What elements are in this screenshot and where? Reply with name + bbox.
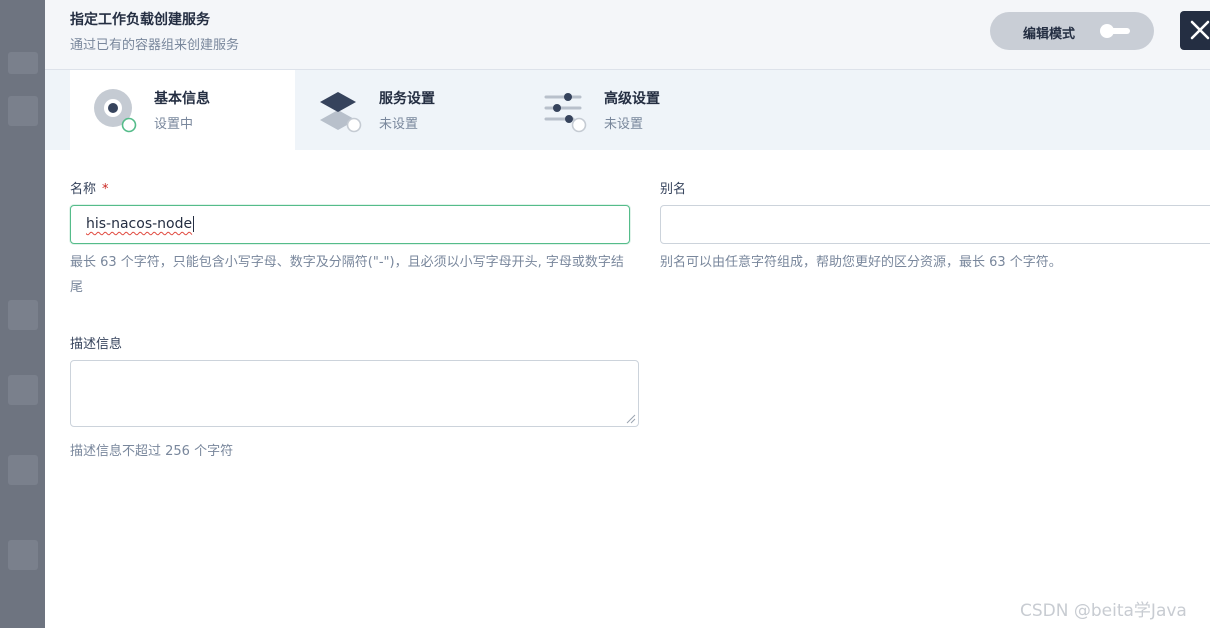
text-caret — [193, 216, 195, 232]
step-status: 设置中 — [154, 117, 194, 132]
backdrop-item — [8, 540, 38, 570]
step-tabs: 基本信息 设置中 服务设置 未设置 高级设置 未设置 — [45, 70, 1210, 150]
name-input-value: his-nacos-node — [86, 216, 193, 232]
backdrop-item — [8, 52, 38, 74]
modal-subtitle: 通过已有的容器组来创建服务 — [70, 38, 240, 53]
resize-handle-icon[interactable] — [626, 414, 636, 424]
close-icon — [1190, 20, 1210, 40]
description-field-label: 描述信息 — [70, 337, 123, 352]
step-name: 高级设置 — [604, 91, 660, 107]
toggle-knob — [1100, 24, 1114, 38]
required-mark: * — [102, 182, 109, 197]
tab-basic-info[interactable]: 基本信息 设置中 — [70, 70, 295, 150]
name-label-text: 名称 — [70, 182, 97, 197]
close-button[interactable] — [1180, 11, 1210, 50]
page-backdrop — [0, 0, 45, 628]
modal-header: 指定工作负载创建服务 通过已有的容器组来创建服务 编辑模式 — [45, 0, 1210, 70]
name-field-label: 名称 * — [70, 178, 109, 197]
tab-advanced-settings[interactable]: 高级设置 未设置 — [520, 70, 745, 150]
alias-hint: 别名可以由任意字符组成，帮助您更好的区分资源，最长 63 个字符。 — [660, 255, 1062, 270]
watermark: CSDN @beita学Java — [1020, 601, 1187, 621]
backdrop-item — [8, 96, 38, 126]
modal-title: 指定工作负载创建服务 — [70, 12, 210, 28]
edit-mode-label: 编辑模式 — [1023, 27, 1076, 42]
description-textarea[interactable] — [70, 360, 639, 427]
backdrop-item — [8, 455, 38, 485]
step-status: 未设置 — [604, 117, 644, 132]
edit-mode-toggle[interactable]: 编辑模式 — [990, 12, 1154, 50]
basic-info-icon — [94, 89, 137, 133]
name-input[interactable]: his-nacos-node — [70, 205, 630, 244]
alias-input[interactable] — [660, 205, 1210, 244]
step-status: 未设置 — [379, 117, 419, 132]
create-service-modal: 指定工作负载创建服务 通过已有的容器组来创建服务 编辑模式 基本信息 设置中 服… — [45, 0, 1210, 628]
name-hint: 最长 63 个字符，只能包含小写字母、数字及分隔符("-")，且必须以小写字母开… — [70, 255, 624, 295]
backdrop-item — [8, 300, 38, 330]
step-name: 基本信息 — [154, 91, 210, 107]
backdrop-item — [8, 375, 38, 405]
description-hint: 描述信息不超过 256 个字符 — [70, 444, 234, 459]
alias-field-label: 别名 — [660, 182, 687, 197]
tab-service-settings[interactable]: 服务设置 未设置 — [295, 70, 520, 150]
layers-icon — [320, 92, 362, 133]
sliders-icon — [544, 93, 587, 133]
step-name: 服务设置 — [379, 91, 435, 107]
